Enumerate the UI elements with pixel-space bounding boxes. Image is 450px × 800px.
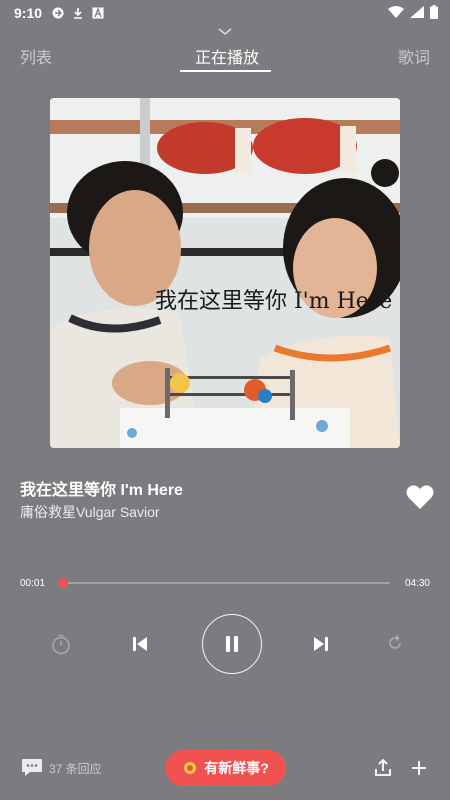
status-left: 9:10 bbox=[14, 5, 104, 21]
tab-now-playing[interactable]: 正在播放 bbox=[195, 44, 259, 68]
tab-lyrics[interactable]: 歌词 bbox=[398, 44, 430, 68]
sync-icon bbox=[52, 7, 64, 19]
song-title: 我在这里等你 I'm Here bbox=[20, 482, 183, 499]
next-icon bbox=[314, 637, 328, 651]
tab-list[interactable]: 列表 bbox=[20, 44, 52, 68]
album-art: 我在这里等你 I'm Here bbox=[50, 98, 400, 448]
total-time: 04:30 bbox=[404, 578, 430, 589]
progress-bar: 00:01 04:30 bbox=[0, 570, 450, 598]
comment-button[interactable]: 37 条回应 bbox=[21, 758, 102, 778]
song-artist[interactable]: 庸俗救星Vulgar Savior bbox=[20, 502, 160, 522]
pause-button[interactable] bbox=[202, 614, 262, 674]
wifi-icon bbox=[388, 5, 404, 21]
comment-count: 37 条回应 bbox=[49, 761, 102, 776]
active-tab-indicator bbox=[180, 70, 271, 72]
like-button[interactable] bbox=[406, 484, 434, 510]
previous-icon bbox=[133, 637, 147, 651]
news-button[interactable]: 有新鲜事? bbox=[165, 750, 286, 786]
news-label: 有新鲜事? bbox=[204, 760, 269, 776]
status-right bbox=[388, 4, 438, 22]
add-button[interactable] bbox=[409, 758, 429, 778]
bottom-bar: 37 条回应 有新鲜事? bbox=[0, 748, 450, 788]
sparkle-icon bbox=[184, 762, 197, 774]
pause-icon bbox=[226, 636, 238, 652]
timer-icon bbox=[52, 634, 70, 655]
previous-button[interactable] bbox=[128, 632, 152, 656]
playback-controls bbox=[0, 612, 450, 676]
repeat-icon bbox=[389, 634, 401, 649]
status-time: 9:10 bbox=[14, 5, 43, 21]
progress-track[interactable] bbox=[58, 578, 390, 588]
font-icon bbox=[92, 7, 104, 19]
repeat-button[interactable] bbox=[384, 632, 406, 654]
share-icon bbox=[375, 758, 391, 776]
next-button[interactable] bbox=[309, 632, 333, 656]
add-icon bbox=[412, 761, 426, 775]
battery-icon bbox=[430, 4, 438, 22]
collapse-chevron-icon[interactable] bbox=[216, 26, 234, 38]
status-notification-icons bbox=[52, 7, 104, 19]
player-tabs: 列表 正在播放 歌词 bbox=[0, 44, 450, 76]
progress-thumb[interactable] bbox=[58, 578, 69, 588]
share-button[interactable] bbox=[373, 758, 393, 778]
signal-icon bbox=[410, 5, 424, 21]
download-icon bbox=[72, 7, 84, 19]
album-overlay-title: 我在这里等你 I'm Here bbox=[155, 289, 392, 314]
status-bar: 9:10 bbox=[0, 0, 450, 26]
heart-icon bbox=[406, 485, 434, 509]
album-cover-image: 我在这里等你 I'm Here bbox=[50, 98, 400, 448]
comment-icon bbox=[22, 759, 42, 776]
timer-button[interactable] bbox=[49, 632, 73, 656]
current-time: 00:01 bbox=[20, 578, 46, 589]
